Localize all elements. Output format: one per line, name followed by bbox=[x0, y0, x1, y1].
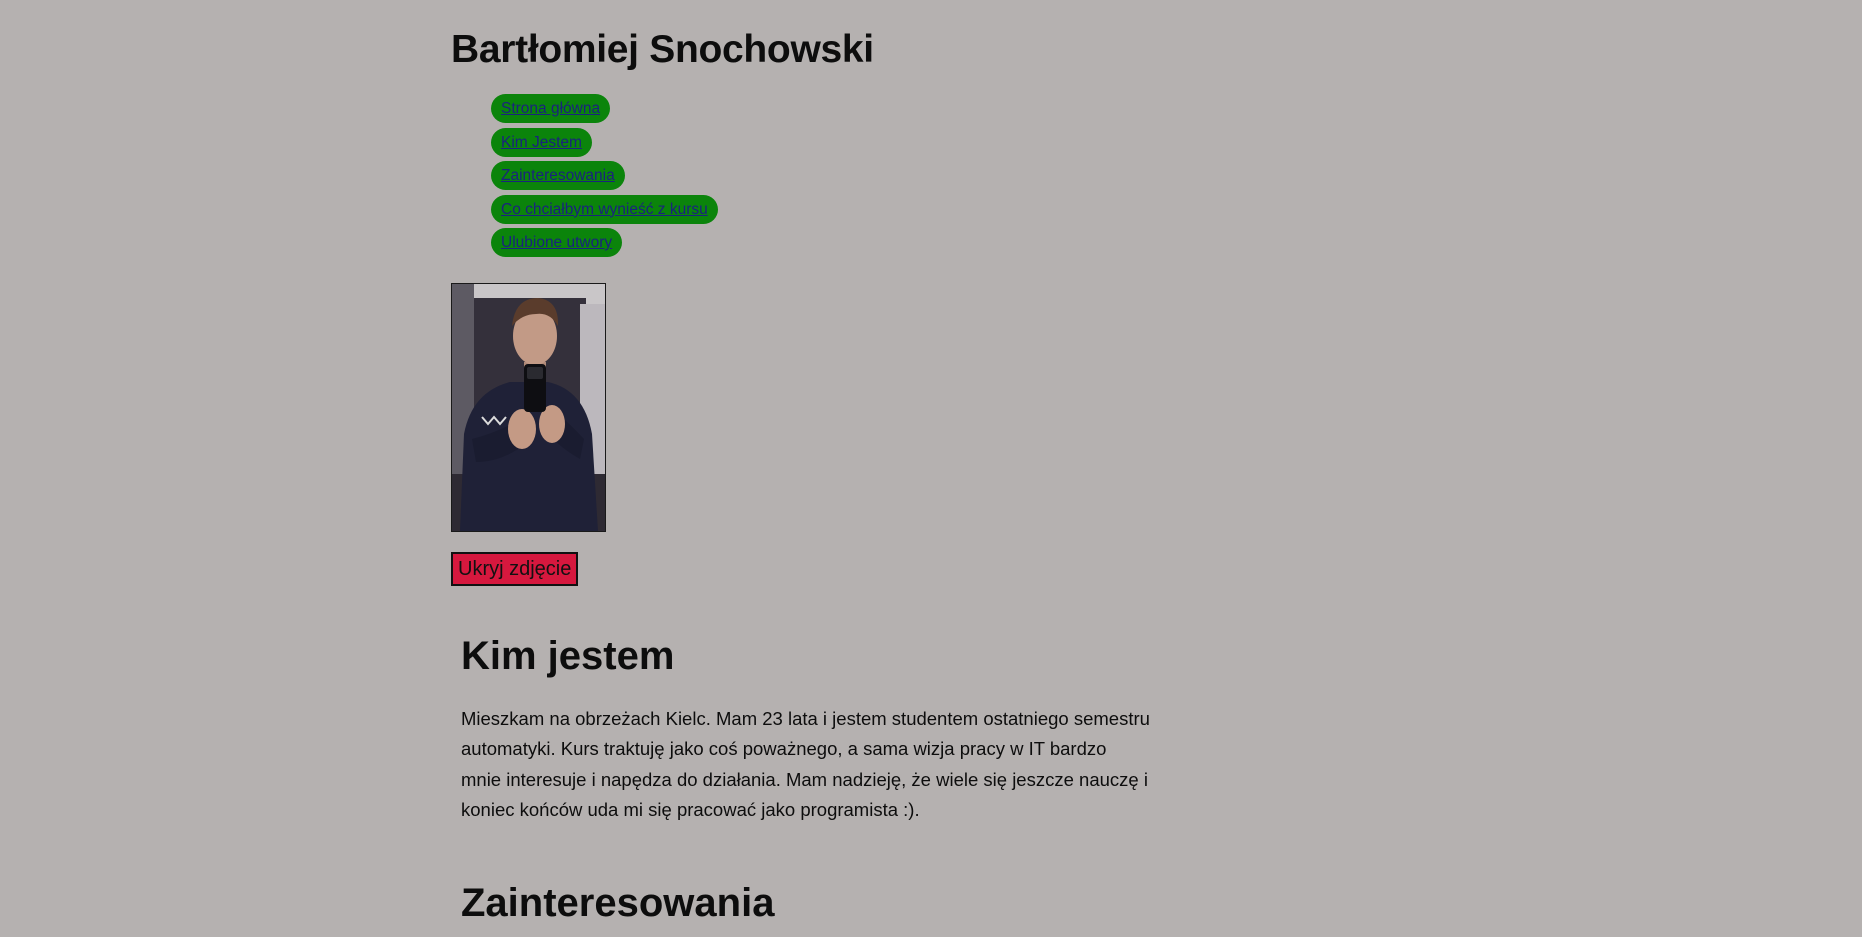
main-nav: Strona główna Kim Jestem Zainteresowania… bbox=[491, 94, 718, 262]
nav-link-favorite-songs[interactable]: Ulubione utwory bbox=[491, 228, 623, 257]
site-title: Bartłomiej Snochowski bbox=[451, 28, 874, 71]
profile-photo-illustration bbox=[452, 284, 605, 531]
nav-item-interests: Zainteresowania bbox=[491, 161, 718, 195]
nav-item-about: Kim Jestem bbox=[491, 127, 718, 162]
nav-item-home: Strona główna bbox=[491, 94, 718, 128]
about-text: Mieszkam na obrzeżach Kielc. Mam 23 lata… bbox=[461, 708, 1150, 820]
nav-link-interests[interactable]: Zainteresowania bbox=[491, 161, 625, 190]
hide-photo-button[interactable]: Ukryj zdjęcie bbox=[451, 552, 579, 586]
nav-item-favorite-songs: Ulubione utwory bbox=[491, 228, 718, 262]
nav-link-home[interactable]: Strona główna bbox=[491, 94, 611, 123]
nav-item-course-goals: Co chciałbym wynieść z kursu bbox=[491, 194, 718, 229]
nav-link-course-goals[interactable]: Co chciałbym wynieść z kursu bbox=[491, 194, 718, 224]
profile-photo bbox=[451, 283, 606, 532]
nav-link-about[interactable]: Kim Jestem bbox=[491, 127, 592, 157]
about-heading: Kim jestem bbox=[461, 634, 675, 678]
interests-heading: Zainteresowania bbox=[461, 881, 775, 925]
